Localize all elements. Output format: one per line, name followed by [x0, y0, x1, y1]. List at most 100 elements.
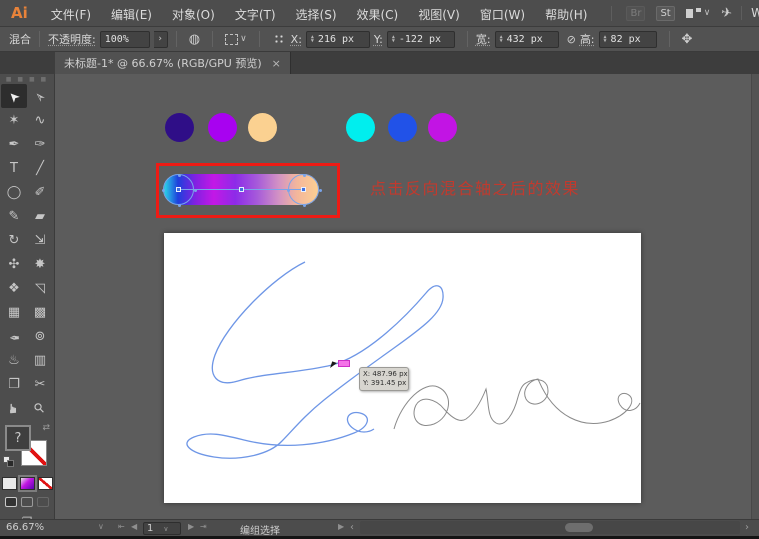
color-mode-button[interactable] [1, 477, 17, 490]
selection-handle[interactable] [178, 204, 181, 207]
menu-item-3[interactable]: 文字(T) [225, 8, 286, 22]
reference-point-grid[interactable] [273, 33, 285, 45]
anchor-point[interactable] [301, 187, 306, 192]
column-graph-tool[interactable]: ▥ [27, 348, 53, 372]
scroll-right-icon[interactable]: › [745, 522, 749, 533]
horizontal-scrollbar[interactable] [360, 521, 740, 534]
swatch-blue[interactable] [388, 113, 417, 142]
arrange-documents-button[interactable]: ∨ [685, 8, 710, 18]
opacity-field[interactable]: 100% [99, 30, 150, 48]
default-fill-stroke-button[interactable] [3, 456, 14, 467]
anchor-point[interactable] [176, 187, 181, 192]
draw-behind-button[interactable] [21, 497, 33, 507]
height-label[interactable]: 高: [580, 31, 595, 47]
selection-handle[interactable] [303, 204, 306, 207]
symbol-sprayer-tool[interactable]: ♨ [1, 348, 27, 372]
artboard-tool[interactable]: ❐ [1, 372, 27, 396]
draw-inside-button[interactable] [37, 497, 49, 507]
selection-handle[interactable] [194, 189, 197, 192]
none-mode-button[interactable] [37, 477, 53, 490]
document-tab[interactable]: 未标题-1* @ 66.67% (RGB/GPU 预览) × [55, 52, 291, 74]
slice-tool[interactable]: ✂ [27, 372, 53, 396]
width-tool[interactable]: ✣ [1, 252, 27, 276]
menu-item-7[interactable]: 窗口(W) [470, 8, 535, 22]
transform-icon[interactable]: ✥ [682, 32, 693, 47]
gradient-mode-button[interactable] [17, 475, 37, 492]
eraser-tool[interactable]: ▰ [27, 204, 53, 228]
type-tool[interactable]: T [1, 156, 27, 180]
recolor-artwork-icon[interactable]: ◍ [189, 32, 200, 47]
last-artboard-button[interactable]: ⇥ [200, 522, 207, 531]
x-label[interactable]: X: [291, 33, 302, 46]
anchor-point[interactable] [239, 187, 244, 192]
blend-tool[interactable]: ⊚ [27, 324, 53, 348]
selection-handle[interactable] [162, 189, 165, 192]
width-field[interactable]: ▲ ▼ 432 px [494, 30, 559, 48]
menu-item-5[interactable]: 效果(C) [347, 8, 409, 22]
pen-tool[interactable]: ✒ [1, 132, 27, 156]
hand-tool[interactable]: ☛ [1, 396, 27, 420]
swatch-peach[interactable] [248, 113, 277, 142]
width-label[interactable]: 宽: [476, 31, 491, 47]
curvature-tool[interactable]: ✑ [27, 132, 53, 156]
selection-handle[interactable] [319, 189, 322, 192]
direct-selection-tool[interactable]: ➢ [27, 84, 53, 108]
chevron-down-icon[interactable]: ∨ [240, 34, 247, 44]
bridge-button[interactable]: Br [626, 5, 646, 21]
menu-item-2[interactable]: 对象(O) [162, 8, 225, 22]
artboard-number-field[interactable]: 1 ∨ [143, 522, 181, 535]
menu-item-4[interactable]: 选择(S) [286, 8, 347, 22]
ellipse-tool[interactable]: ◯ [1, 180, 27, 204]
y-spinner[interactable]: ▲ ▼ [392, 35, 395, 44]
constrain-proportions-icon[interactable]: ⊘ [567, 33, 576, 46]
scroll-left-icon[interactable]: ‹ [350, 522, 354, 533]
opacity-label[interactable]: 不透明度: [48, 31, 96, 47]
selection-tool[interactable]: ➤ [1, 84, 27, 108]
select-similar-icon[interactable] [225, 33, 239, 45]
first-artboard-button[interactable]: ⇤ [118, 522, 125, 531]
eyedropper-tool[interactable]: ✒ [1, 324, 27, 348]
swatch-cyan[interactable] [346, 113, 375, 142]
share-icon[interactable]: ✈ [720, 5, 733, 22]
selected-anchor-marker[interactable] [338, 360, 350, 367]
swap-fill-stroke-icon[interactable]: ⇄ [42, 423, 50, 433]
artboard[interactable]: X: 487.96 px Y: 391.45 px [164, 233, 641, 503]
width-spinner[interactable]: ▲ ▼ [500, 35, 503, 44]
draw-normal-button[interactable] [5, 497, 17, 507]
rotate-tool[interactable]: ↻ [1, 228, 27, 252]
workspace-label-clipped[interactable]: W [741, 6, 759, 20]
perspective-grid-tool[interactable]: ◹ [27, 276, 53, 300]
close-icon[interactable]: × [272, 57, 281, 70]
y-label[interactable]: Y: [374, 33, 383, 46]
y-field[interactable]: ▲ ▼ -122 px [386, 30, 455, 48]
x-spinner[interactable]: ▲ ▼ [311, 35, 314, 44]
zoom-dropdown-icon[interactable]: ∨ [98, 522, 104, 531]
zoom-tool[interactable]: ⚲ [27, 396, 53, 420]
swatch-magenta[interactable] [428, 113, 457, 142]
fill-swatch[interactable]: ? [5, 425, 31, 451]
swatch-violet[interactable] [208, 113, 237, 142]
mesh-tool[interactable]: ▦ [1, 300, 27, 324]
line-segment-tool[interactable]: ╱ [27, 156, 53, 180]
puppet-warp-tool[interactable]: ✸ [27, 252, 53, 276]
menu-item-0[interactable]: 文件(F) [41, 8, 101, 22]
selection-handle[interactable] [287, 189, 290, 192]
shape-builder-tool[interactable]: ❖ [1, 276, 27, 300]
swatch-dark-indigo[interactable] [165, 113, 194, 142]
paintbrush-tool[interactable]: ✐ [27, 180, 53, 204]
horizontal-scrollbar-thumb[interactable] [565, 523, 593, 532]
magic-wand-tool[interactable]: ✶ [1, 108, 27, 132]
pencil-tool[interactable]: ✎ [1, 204, 27, 228]
prev-artboard-button[interactable]: ◀ [131, 522, 137, 531]
selection-handle[interactable] [303, 174, 306, 177]
stock-button[interactable]: St [656, 5, 675, 21]
vertical-scrollbar[interactable] [751, 74, 759, 519]
canvas-area[interactable]: 点击反向混合轴之后的效果 X: 487.96 px Y: 391.45 px [56, 74, 759, 519]
opacity-expand-button[interactable]: › [153, 30, 168, 48]
height-field[interactable]: ▲ ▼ 82 px [598, 30, 657, 48]
status-text[interactable]: 编组选择 [240, 522, 280, 537]
menu-item-8[interactable]: 帮助(H) [535, 8, 597, 22]
lasso-tool[interactable]: ∿ [27, 108, 53, 132]
zoom-level-value[interactable]: 66.67% [6, 522, 44, 533]
menu-item-6[interactable]: 视图(V) [408, 8, 470, 22]
